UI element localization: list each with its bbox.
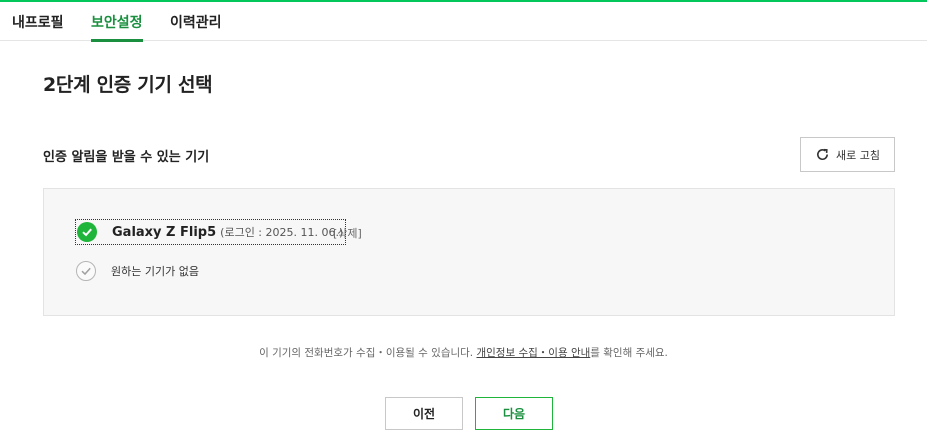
device-name: Galaxy Z Flip5 — [112, 224, 217, 240]
tab-my-profile[interactable]: 내프로필 — [12, 12, 64, 41]
check-unselected-icon — [76, 261, 96, 281]
refresh-icon — [817, 148, 828, 160]
page-title: 2단계 인증 기기 선택 — [43, 74, 213, 96]
refresh-button[interactable]: 새로 고침 — [800, 137, 895, 172]
privacy-info-link[interactable]: 개인정보 수집・이용 안내 — [476, 347, 590, 359]
prev-button[interactable]: 이전 — [385, 397, 463, 430]
check-selected-icon — [77, 222, 97, 242]
tab-history[interactable]: 이력관리 — [170, 12, 222, 41]
device-login-date: (로그인 : 2025. 11. 06.) — [220, 226, 344, 239]
device-option-galaxy[interactable]: Galaxy Z Flip5 (로그인 : 2025. 11. 06.) — [75, 219, 347, 245]
section-title: 인증 알림을 받을 수 있는 기기 — [43, 150, 210, 165]
notice-suffix: 를 확인해 주세요. — [590, 347, 668, 359]
device-option-none[interactable]: 원하는 기기가 없음 — [75, 258, 199, 284]
tab-security-settings[interactable]: 보안설정 — [91, 12, 143, 42]
tab-bar: 내프로필 보안설정 이력관리 — [0, 2, 927, 42]
no-device-label: 원하는 기기가 없음 — [111, 265, 199, 278]
device-list: Galaxy Z Flip5 (로그인 : 2025. 11. 06.) [삭제… — [43, 188, 895, 316]
next-button[interactable]: 다음 — [475, 397, 553, 430]
notice-prefix: 이 기기의 전화번호가 수집・이용될 수 있습니다. — [259, 347, 477, 359]
privacy-notice: 이 기기의 전화번호가 수집・이용될 수 있습니다. 개인정보 수집・이용 안내… — [0, 345, 927, 360]
refresh-label: 새로 고침 — [836, 148, 880, 162]
delete-device-link[interactable]: [삭제] — [333, 225, 362, 241]
